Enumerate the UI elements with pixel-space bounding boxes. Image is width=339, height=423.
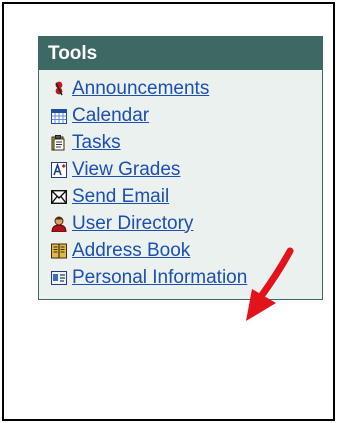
clipboard-icon [50, 134, 67, 151]
send-email-link[interactable]: Send Email [72, 186, 169, 208]
tool-item-send-email[interactable]: Send Email [39, 183, 322, 210]
tool-item-calendar[interactable]: Calendar [39, 102, 322, 129]
grades-icon [50, 161, 67, 178]
pushpin-icon [50, 80, 67, 97]
envelope-icon [50, 188, 67, 205]
user-directory-link[interactable]: User Directory [72, 213, 193, 235]
red-arrow-annotation [246, 247, 294, 321]
address-book-link[interactable]: Address Book [72, 240, 190, 262]
view-grades-link[interactable]: View Grades [72, 159, 180, 181]
screenshot-frame: Tools Announcements Calendar Tasks View … [2, 2, 335, 421]
tool-item-view-grades[interactable]: View Grades [39, 156, 322, 183]
book-icon [50, 242, 67, 259]
tool-item-announcements[interactable]: Announcements [39, 75, 322, 102]
calendar-link[interactable]: Calendar [72, 105, 149, 127]
tools-panel-header: Tools [39, 37, 322, 70]
tasks-link[interactable]: Tasks [72, 132, 121, 154]
calendar-icon [50, 107, 67, 124]
tool-item-user-directory[interactable]: User Directory [39, 210, 322, 237]
tool-item-tasks[interactable]: Tasks [39, 129, 322, 156]
tools-panel-title: Tools [48, 42, 98, 64]
user-icon [50, 215, 67, 232]
id-card-icon [50, 269, 67, 286]
announcements-link[interactable]: Announcements [72, 78, 209, 100]
personal-information-link[interactable]: Personal Information [72, 267, 247, 289]
